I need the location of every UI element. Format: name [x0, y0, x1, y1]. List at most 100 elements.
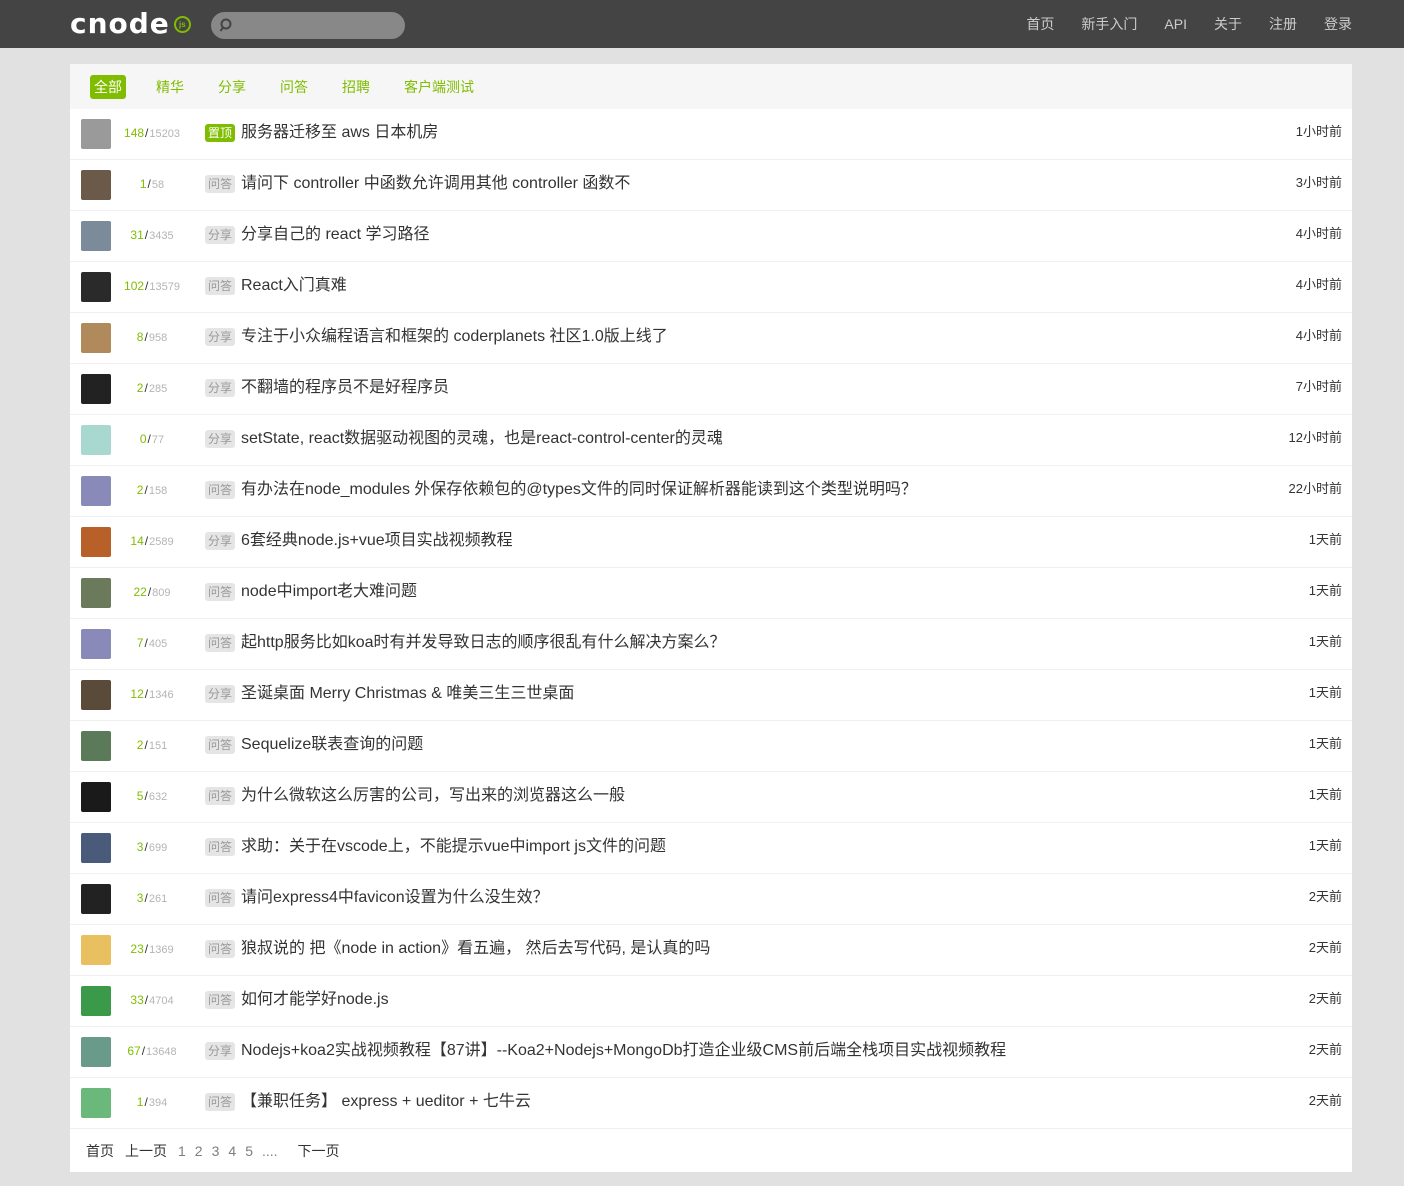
- nav-link-4[interactable]: 注册: [1269, 14, 1297, 34]
- last-reply-time[interactable]: 1天前: [1309, 733, 1342, 752]
- user-avatar[interactable]: [81, 272, 111, 302]
- tab-1[interactable]: 精华: [152, 75, 188, 99]
- topic-row[interactable]: 67/13648 分享 Nodejs+koa2实战视频教程【87讲】--Koa2+N…: [70, 1027, 1352, 1078]
- page-number[interactable]: 4: [228, 1143, 236, 1159]
- user-avatar[interactable]: [81, 1037, 111, 1067]
- user-avatar[interactable]: [81, 629, 111, 659]
- nav-link-5[interactable]: 登录: [1324, 14, 1352, 34]
- tab-3[interactable]: 问答: [276, 75, 312, 99]
- last-reply-time[interactable]: 2天前: [1309, 1039, 1342, 1058]
- topic-title-link[interactable]: 为什么微软这么厉害的公司，写出来的浏览器这么一般: [241, 786, 625, 806]
- last-reply-time[interactable]: 4小时前: [1296, 325, 1342, 344]
- topic-title-link[interactable]: 6套经典node.js+vue项目实战视频教程: [241, 531, 513, 551]
- topic-row[interactable]: 2/158 问答 有办法在node_modules 外保存依赖包的@types文件的…: [70, 466, 1352, 517]
- last-reply-time[interactable]: 1天前: [1309, 682, 1342, 701]
- page-next[interactable]: 下一页: [298, 1141, 340, 1161]
- last-reply-time[interactable]: 2天前: [1309, 1090, 1342, 1109]
- user-avatar[interactable]: [81, 527, 111, 557]
- topic-row[interactable]: 5/632 问答 为什么微软这么厉害的公司，写出来的浏览器这么一般 1天前: [70, 772, 1352, 823]
- last-reply-time[interactable]: 1天前: [1309, 529, 1342, 548]
- tab-5[interactable]: 客户端测试: [400, 75, 478, 99]
- topic-title-link[interactable]: 如何才能学好node.js: [241, 990, 389, 1010]
- nav-link-1[interactable]: 新手入门: [1081, 14, 1137, 34]
- page-number[interactable]: 3: [212, 1143, 220, 1159]
- topic-row[interactable]: 3/699 问答 求助：关于在vscode上，不能提示vue中import js文件…: [70, 823, 1352, 874]
- user-avatar[interactable]: [81, 731, 111, 761]
- tab-4[interactable]: 招聘: [338, 75, 374, 99]
- topic-row[interactable]: 23/1369 问答 狼叔说的 把《node in action》看五遍， 然后去写…: [70, 925, 1352, 976]
- topic-row[interactable]: 3/261 问答 请问express4中favicon设置为什么没生效？ 2天前: [70, 874, 1352, 925]
- topic-title-link[interactable]: node中import老大难问题: [241, 582, 417, 602]
- last-reply-time[interactable]: 4小时前: [1296, 223, 1342, 242]
- topic-title-link[interactable]: 【兼职任务】 express + ueditor + 七牛云: [241, 1092, 531, 1112]
- user-avatar[interactable]: [81, 935, 111, 965]
- page-number[interactable]: 5: [245, 1143, 253, 1159]
- topic-row[interactable]: 148/15203 置顶 服务器迁移至 aws 日本机房 1小时前: [70, 109, 1352, 160]
- last-reply-time[interactable]: 2天前: [1309, 886, 1342, 905]
- topic-title-link[interactable]: Sequelize联表查询的问题: [241, 735, 423, 755]
- topic-row[interactable]: 2/151 问答 Sequelize联表查询的问题 1天前: [70, 721, 1352, 772]
- user-avatar[interactable]: [81, 374, 111, 404]
- topic-title-link[interactable]: React入门真难: [241, 276, 347, 296]
- last-reply-time[interactable]: 12小时前: [1289, 427, 1342, 446]
- topic-title-link[interactable]: Nodejs+koa2实战视频教程【87讲】--Koa2+Nodejs+Mong…: [241, 1041, 1006, 1061]
- user-avatar[interactable]: [81, 221, 111, 251]
- last-reply-time[interactable]: 1天前: [1309, 835, 1342, 854]
- user-avatar[interactable]: [81, 833, 111, 863]
- last-reply-time[interactable]: 22小时前: [1289, 478, 1342, 497]
- page-number[interactable]: 2: [195, 1143, 203, 1159]
- last-reply-time[interactable]: 2天前: [1309, 937, 1342, 956]
- user-avatar[interactable]: [81, 323, 111, 353]
- last-reply-time[interactable]: 7小时前: [1296, 376, 1342, 395]
- topic-title-link[interactable]: 圣诞桌面 Merry Christmas & 唯美三生三世桌面: [241, 684, 574, 704]
- topic-row[interactable]: 12/1346 分享 圣诞桌面 Merry Christmas & 唯美三生三世桌面…: [70, 670, 1352, 721]
- search-input[interactable]: [239, 16, 399, 35]
- last-reply-time[interactable]: 1天前: [1309, 580, 1342, 599]
- topic-title-link[interactable]: 狼叔说的 把《node in action》看五遍， 然后去写代码, 是认真的吗: [241, 939, 710, 959]
- topic-title-link[interactable]: 有办法在node_modules 外保存依赖包的@types文件的同时保证解析器…: [241, 480, 917, 500]
- user-avatar[interactable]: [81, 884, 111, 914]
- topic-row[interactable]: 102/13579 问答 React入门真难 4小时前: [70, 262, 1352, 313]
- topic-row[interactable]: 1/58 问答 请问下 controller 中函数允许调用其他 controlle…: [70, 160, 1352, 211]
- topic-title-link[interactable]: 不翻墙的程序员不是好程序员: [241, 378, 449, 398]
- topic-title-link[interactable]: setState, react数据驱动视图的灵魂，也是react-control…: [241, 429, 723, 449]
- user-avatar[interactable]: [81, 578, 111, 608]
- last-reply-time[interactable]: 2天前: [1309, 988, 1342, 1007]
- page-prev[interactable]: 上一页: [125, 1141, 167, 1161]
- topic-row[interactable]: 0/77 分享 setState, react数据驱动视图的灵魂，也是react-c…: [70, 415, 1352, 466]
- topic-row[interactable]: 14/2589 分享 6套经典node.js+vue项目实战视频教程 1天前: [70, 517, 1352, 568]
- topic-row[interactable]: 33/4704 问答 如何才能学好node.js 2天前: [70, 976, 1352, 1027]
- last-reply-time[interactable]: 4小时前: [1296, 274, 1342, 293]
- topic-title-link[interactable]: 请问下 controller 中函数允许调用其他 controller 函数不: [241, 174, 630, 194]
- topic-title-link[interactable]: 专注于小众编程语言和框架的 coderplanets 社区1.0版上线了: [241, 327, 668, 347]
- last-reply-time[interactable]: 1小时前: [1296, 121, 1342, 140]
- page-number[interactable]: 1: [178, 1143, 186, 1159]
- user-avatar[interactable]: [81, 782, 111, 812]
- page-first[interactable]: 首页: [86, 1141, 114, 1161]
- topic-title-link[interactable]: 服务器迁移至 aws 日本机房: [241, 123, 438, 143]
- topic-row[interactable]: 7/405 问答 起http服务比如koa时有并发导致日志的顺序很乱有什么解决方案么…: [70, 619, 1352, 670]
- user-avatar[interactable]: [81, 680, 111, 710]
- topic-title-link[interactable]: 起http服务比如koa时有并发导致日志的顺序很乱有什么解决方案么？: [241, 633, 726, 653]
- cnode-logo[interactable]: cnode js: [70, 9, 195, 39]
- tab-2[interactable]: 分享: [214, 75, 250, 99]
- topic-row[interactable]: 31/3435 分享 分享自己的 react 学习路径 4小时前: [70, 211, 1352, 262]
- nav-link-0[interactable]: 首页: [1026, 14, 1054, 34]
- last-reply-time[interactable]: 1天前: [1309, 631, 1342, 650]
- topic-title-link[interactable]: 请问express4中favicon设置为什么没生效？: [241, 888, 549, 908]
- nav-link-3[interactable]: 关于: [1214, 14, 1242, 34]
- user-avatar[interactable]: [81, 1088, 111, 1118]
- user-avatar[interactable]: [81, 425, 111, 455]
- topic-row[interactable]: 1/394 问答 【兼职任务】 express + ueditor + 七牛云 2天前: [70, 1078, 1352, 1129]
- user-avatar[interactable]: [81, 986, 111, 1016]
- last-reply-time[interactable]: 3小时前: [1296, 172, 1342, 191]
- topic-title-link[interactable]: 分享自己的 react 学习路径: [241, 225, 429, 245]
- nav-link-2[interactable]: API: [1164, 16, 1187, 32]
- user-avatar[interactable]: [81, 119, 111, 149]
- tab-0[interactable]: 全部: [90, 74, 126, 99]
- user-avatar[interactable]: [81, 476, 111, 506]
- topic-title-link[interactable]: 求助：关于在vscode上，不能提示vue中import js文件的问题: [241, 837, 666, 857]
- user-avatar[interactable]: [81, 170, 111, 200]
- topic-row[interactable]: 8/958 分享 专注于小众编程语言和框架的 coderplanets 社区1.0版…: [70, 313, 1352, 364]
- topic-row[interactable]: 2/285 分享 不翻墙的程序员不是好程序员 7小时前: [70, 364, 1352, 415]
